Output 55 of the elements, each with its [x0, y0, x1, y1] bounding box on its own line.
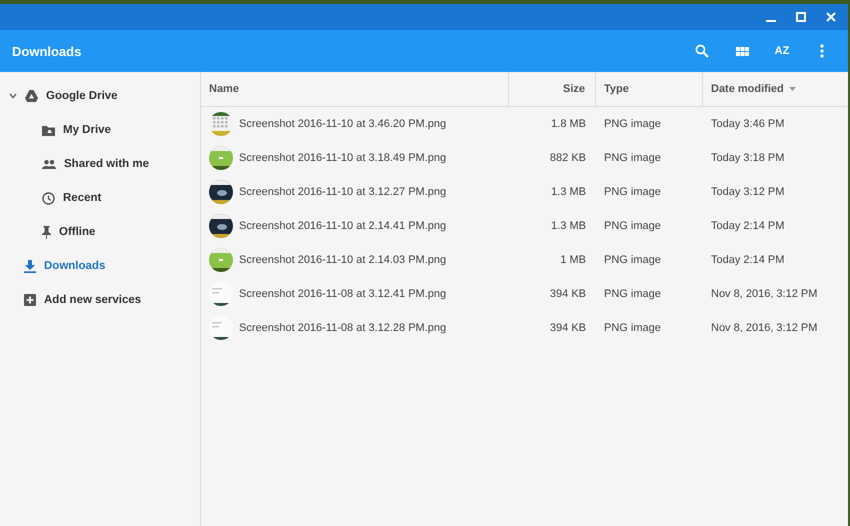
- file-size: 1 MB: [559, 254, 587, 266]
- date-modified: Today 3:12 PM: [710, 186, 786, 198]
- sidebar-item[interactable]: My Drive: [0, 113, 200, 147]
- drive-icon: [25, 90, 38, 102]
- file-name[interactable]: Screenshot 2016-11-10 at 2.14.03 PM.png: [239, 254, 446, 266]
- file-size: 1.3 MB: [550, 220, 587, 232]
- file-size: 1.8 MB: [550, 118, 587, 130]
- file-name[interactable]: Screenshot 2016-11-10 at 3.12.27 PM.png: [239, 186, 446, 198]
- folder-icon: [42, 124, 55, 136]
- window-title: Downloads: [12, 44, 82, 58]
- column-header[interactable]: Size: [562, 83, 585, 95]
- file-name[interactable]: Screenshot 2016-11-08 at 3.12.41 PM.png: [239, 288, 446, 300]
- file-type: PNG image: [603, 220, 662, 232]
- file-type: PNG image: [603, 254, 662, 266]
- file-name[interactable]: Screenshot 2016-11-10 at 3.46.20 PM.png: [239, 118, 446, 130]
- grid-icon: [736, 46, 748, 56]
- download-icon: [24, 260, 36, 272]
- sidebar-item[interactable]: Offline: [0, 215, 200, 249]
- date-modified: Nov 8, 2016, 3:12 PM: [710, 288, 818, 300]
- date-modified: Today 2:14 PM: [710, 220, 786, 232]
- sidebar-item[interactable]: Shared with me: [0, 147, 200, 181]
- more-icon: [820, 44, 824, 58]
- sidebar-item[interactable]: Add new services: [0, 283, 200, 317]
- date-modified: Today 3:46 PM: [710, 118, 786, 130]
- sidebar-item[interactable]: Google Drive: [0, 79, 200, 113]
- column-header[interactable]: Type: [604, 83, 629, 95]
- sort-arrow-icon: [788, 87, 796, 91]
- column-header[interactable]: Date modified: [711, 83, 796, 95]
- file-name[interactable]: Screenshot 2016-11-08 at 3.12.28 PM.png: [239, 322, 446, 334]
- file-size: 394 KB: [548, 288, 587, 300]
- file-type: PNG image: [603, 118, 662, 130]
- minimize-icon: [766, 20, 776, 22]
- clock-icon: [42, 192, 55, 204]
- people-icon: [42, 160, 56, 168]
- file-size: 394 KB: [548, 322, 587, 334]
- date-modified: Today 3:18 PM: [710, 152, 786, 164]
- sidebar-item[interactable]: Recent: [0, 181, 200, 215]
- add-icon: [24, 294, 36, 306]
- file-type: PNG image: [603, 322, 662, 334]
- pin-icon: [42, 226, 51, 238]
- date-modified: Nov 8, 2016, 3:12 PM: [710, 322, 818, 334]
- file-size: 1.3 MB: [550, 186, 587, 198]
- file-type: PNG image: [603, 152, 662, 164]
- close-icon: [826, 12, 836, 22]
- column-header[interactable]: Name: [209, 83, 239, 95]
- chevron-icon: [9, 93, 17, 99]
- search-icon: [695, 44, 709, 58]
- file-type: PNG image: [603, 288, 662, 300]
- file-size: 882 KB: [548, 152, 587, 164]
- file-name[interactable]: Screenshot 2016-11-10 at 3.18.49 PM.png: [239, 152, 446, 164]
- sidebar-item[interactable]: Downloads: [0, 249, 200, 283]
- file-type: PNG image: [603, 186, 662, 198]
- file-name[interactable]: Screenshot 2016-11-10 at 2.14.41 PM.png: [239, 220, 446, 232]
- date-modified: Today 2:14 PM: [710, 254, 786, 266]
- maximize-icon: [796, 12, 806, 22]
